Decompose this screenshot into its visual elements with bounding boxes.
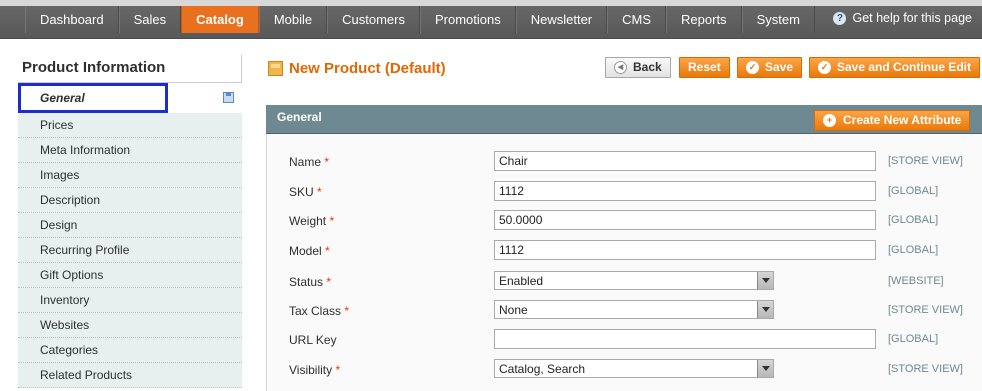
visibility-value: Catalog, Search <box>499 362 586 376</box>
field-label: Model * <box>289 244 330 258</box>
sidebar-item-inventory[interactable]: Inventory <box>18 288 242 313</box>
model-input[interactable] <box>494 240 876 260</box>
url-key-input[interactable] <box>494 329 876 349</box>
general-form: Name * [STORE VIEW] SKU * [GLOBAL] Weigh… <box>266 134 982 391</box>
sidebar-title: Product Information <box>18 55 242 83</box>
form-row-weight: Weight * [GLOBAL] <box>267 210 982 232</box>
nav-tab-dashboard[interactable]: Dashboard <box>25 6 119 33</box>
reset-label: Reset <box>688 60 721 74</box>
form-row-model: Model * [GLOBAL] <box>267 240 982 262</box>
form-row-status: Status * Enabled [WEBSITE] <box>267 271 982 293</box>
sidebar-item-meta-information[interactable]: Meta Information <box>18 138 242 163</box>
sidebar-item-categories[interactable]: Categories <box>18 338 242 363</box>
form-row-visibility: Visibility * Catalog, Search [STORE VIEW… <box>267 359 982 381</box>
reset-button[interactable]: Reset <box>679 57 730 78</box>
nav-tabs: Dashboard Sales Catalog Mobile Customers… <box>25 6 815 33</box>
status-select[interactable]: Enabled <box>494 271 774 290</box>
scope-label: [GLOBAL] <box>888 185 939 197</box>
form-row-url-key: URL Key [GLOBAL] <box>267 329 982 351</box>
scope-label: [GLOBAL] <box>888 244 939 256</box>
visibility-select[interactable]: Catalog, Search <box>494 359 774 378</box>
field-label: Status * <box>289 275 332 289</box>
status-value: Enabled <box>499 274 544 288</box>
create-new-attribute-button[interactable]: + Create New Attribute <box>814 110 971 131</box>
help-link[interactable]: ? Get help for this page <box>833 11 972 25</box>
field-label: Visibility * <box>289 363 341 377</box>
check-icon: ✓ <box>746 61 759 74</box>
tax-class-select[interactable]: None <box>494 300 774 319</box>
form-row-sku: SKU * [GLOBAL] <box>267 181 982 203</box>
sidebar-item-websites[interactable]: Websites <box>18 313 242 338</box>
sidebar-item-design[interactable]: Design <box>18 213 242 238</box>
check-icon: ✓ <box>818 61 831 74</box>
field-label: Name * <box>289 155 330 169</box>
save-continue-label: Save and Continue Edit <box>837 60 972 74</box>
nav-tab-customers[interactable]: Customers <box>327 6 420 33</box>
scope-label: [GLOBAL] <box>888 214 939 226</box>
name-input[interactable] <box>494 151 876 171</box>
dropdown-arrow-icon <box>757 301 773 318</box>
plus-icon: + <box>823 114 836 127</box>
nav-tab-reports[interactable]: Reports <box>666 6 742 33</box>
nav-tab-system[interactable]: System <box>741 6 815 33</box>
nav-tab-promotions[interactable]: Promotions <box>419 6 516 33</box>
product-info-sidebar: Product Information General Prices Meta … <box>18 55 242 388</box>
form-row-name: Name * [STORE VIEW] <box>267 151 982 173</box>
nav-tab-mobile[interactable]: Mobile <box>258 6 328 33</box>
scope-label: [STORE VIEW] <box>888 304 963 316</box>
weight-input[interactable] <box>494 210 876 230</box>
top-navigation: Dashboard Sales Catalog Mobile Customers… <box>0 0 982 39</box>
product-box-icon <box>268 61 283 76</box>
save-disk-icon <box>223 92 234 103</box>
back-arrow-icon: ◀ <box>614 61 627 74</box>
field-label: URL Key <box>289 333 337 347</box>
save-label: Save <box>765 60 794 74</box>
field-label: Weight * <box>289 214 335 228</box>
nav-tab-sales[interactable]: Sales <box>118 6 182 33</box>
nav-tab-catalog[interactable]: Catalog <box>181 6 259 33</box>
form-row-tax-class: Tax Class * None [STORE VIEW] <box>267 300 982 322</box>
nav-tab-cms[interactable]: CMS <box>607 6 667 33</box>
scope-label: [GLOBAL] <box>888 333 939 345</box>
create-attr-label: Create New Attribute <box>843 113 962 127</box>
sidebar-item-general[interactable]: General <box>18 83 168 113</box>
sidebar-row-general: General <box>18 83 242 113</box>
sidebar-item-recurring-profile[interactable]: Recurring Profile <box>18 238 242 263</box>
field-label: SKU * <box>289 185 322 199</box>
nav-tab-newsletter[interactable]: Newsletter <box>515 6 608 33</box>
field-label: Tax Class * <box>289 304 350 318</box>
sku-input[interactable] <box>494 181 876 201</box>
page-title: New Product (Default) <box>289 60 446 77</box>
page-header: New Product (Default) <box>268 60 446 77</box>
back-button[interactable]: ◀ Back <box>605 57 671 78</box>
sidebar-item-related-products[interactable]: Related Products <box>18 363 242 388</box>
back-label: Back <box>633 60 662 74</box>
scope-label: [STORE VIEW] <box>888 155 963 167</box>
sidebar-item-images[interactable]: Images <box>18 163 242 188</box>
help-icon: ? <box>833 11 847 25</box>
dropdown-arrow-icon <box>757 360 773 377</box>
save-and-continue-button[interactable]: ✓ Save and Continue Edit <box>809 57 981 78</box>
panel-title: General <box>277 110 322 124</box>
scope-label: [STORE VIEW] <box>888 363 963 375</box>
scope-label: [WEBSITE] <box>888 275 944 287</box>
help-label: Get help for this page <box>852 11 972 25</box>
save-button[interactable]: ✓ Save <box>737 57 803 78</box>
tax-class-value: None <box>499 303 528 317</box>
sidebar-item-gift-options[interactable]: Gift Options <box>18 263 242 288</box>
sidebar-item-description[interactable]: Description <box>18 188 242 213</box>
dropdown-arrow-icon <box>757 272 773 289</box>
sidebar-item-prices[interactable]: Prices <box>18 113 242 138</box>
